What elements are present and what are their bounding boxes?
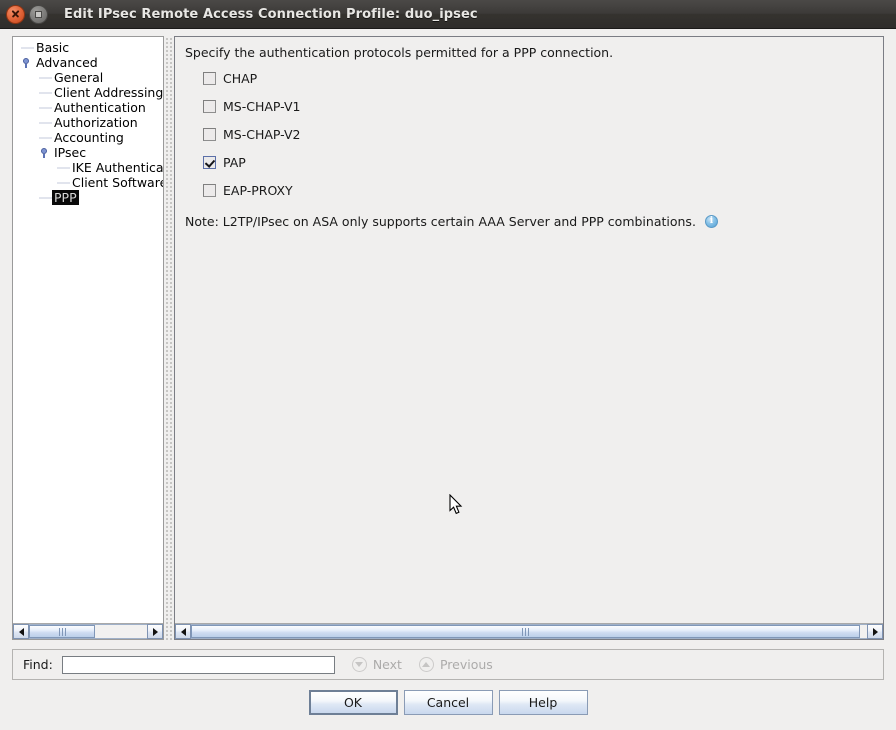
dialog-body: BasicAdvancedGeneralClient AddressingAut… bbox=[0, 29, 896, 730]
tree-indent bbox=[13, 145, 39, 160]
tree-indent bbox=[13, 190, 39, 205]
tree-connector-line bbox=[39, 85, 52, 100]
tree-item-ppp[interactable]: PPP bbox=[13, 190, 163, 205]
checkbox-label: MS-CHAP-V2 bbox=[223, 127, 300, 142]
ppp-settings-panel: Specify the authentication protocols per… bbox=[174, 36, 884, 640]
note-text: Note: L2TP/IPsec on ASA only supports ce… bbox=[185, 214, 696, 229]
protocol-checkbox-list: CHAP MS-CHAP-V1 MS-CHAP-V2 PAP EAP-PROXY bbox=[203, 64, 300, 204]
tree-indent bbox=[13, 175, 57, 190]
navigation-tree[interactable]: BasicAdvancedGeneralClient AddressingAut… bbox=[13, 37, 163, 205]
info-icon[interactable] bbox=[705, 215, 718, 228]
tree-item-ike-authentication[interactable]: IKE Authentication bbox=[13, 160, 163, 175]
window-title: Edit IPsec Remote Access Connection Prof… bbox=[64, 7, 478, 22]
find-bar: Find: Next Previous bbox=[12, 649, 884, 680]
note-row: Note: L2TP/IPsec on ASA only supports ce… bbox=[185, 214, 718, 229]
window-titlebar: Edit IPsec Remote Access Connection Prof… bbox=[0, 0, 896, 29]
tree-item-client-addressing[interactable]: Client Addressing bbox=[13, 85, 163, 100]
find-previous-button[interactable]: Previous bbox=[419, 657, 493, 672]
help-button[interactable]: Help bbox=[499, 690, 588, 715]
chevron-down-icon bbox=[352, 657, 367, 672]
chevron-up-icon bbox=[419, 657, 434, 672]
tree-indent bbox=[13, 130, 39, 145]
tree-indent bbox=[13, 100, 39, 115]
tree-indent bbox=[13, 55, 21, 70]
checkbox-label: MS-CHAP-V1 bbox=[223, 99, 300, 114]
tree-item-advanced[interactable]: Advanced bbox=[13, 55, 163, 70]
split-area: BasicAdvancedGeneralClient AddressingAut… bbox=[12, 36, 884, 640]
tree-indent bbox=[13, 70, 39, 85]
tree-indent bbox=[13, 85, 39, 100]
tree-item-label: Accounting bbox=[52, 130, 126, 145]
checkbox-chap[interactable] bbox=[203, 72, 216, 85]
find-next-button[interactable]: Next bbox=[352, 657, 402, 672]
protocol-row-chap[interactable]: CHAP bbox=[203, 64, 300, 92]
maximize-icon[interactable] bbox=[29, 5, 48, 24]
dialog-button-row: OK Cancel Help bbox=[0, 690, 896, 715]
tree-item-ipsec[interactable]: IPsec bbox=[13, 145, 163, 160]
tree-item-label: Authentication bbox=[52, 100, 148, 115]
tree-item-authorization[interactable]: Authorization bbox=[13, 115, 163, 130]
tree-item-label: IPsec bbox=[52, 145, 88, 160]
find-label: Find: bbox=[23, 657, 53, 672]
checkbox-label: CHAP bbox=[223, 71, 257, 86]
tree-connector-line bbox=[39, 190, 52, 205]
checkbox-ms-chap-v2[interactable] bbox=[203, 128, 216, 141]
checkbox-eap-proxy[interactable] bbox=[203, 184, 216, 197]
tree-item-label: Client Addressing bbox=[52, 85, 164, 100]
scroll-track[interactable] bbox=[191, 624, 867, 639]
tree-item-label: Authorization bbox=[52, 115, 140, 130]
navigation-tree-panel: BasicAdvancedGeneralClient AddressingAut… bbox=[12, 36, 164, 640]
tree-item-accounting[interactable]: Accounting bbox=[13, 130, 163, 145]
tree-indent bbox=[13, 115, 39, 130]
instruction-text: Specify the authentication protocols per… bbox=[185, 45, 613, 60]
tree-item-label: Client Software bbox=[70, 175, 164, 190]
protocol-row-pap[interactable]: PAP bbox=[203, 148, 300, 176]
tree-item-label: PPP bbox=[52, 190, 79, 205]
tree-connector-line bbox=[39, 70, 52, 85]
scroll-right-button[interactable] bbox=[867, 624, 883, 639]
tree-indent bbox=[13, 40, 21, 55]
tree-connector-line bbox=[39, 130, 52, 145]
tree-connector-line bbox=[57, 160, 70, 175]
tree-horizontal-scrollbar[interactable] bbox=[13, 623, 163, 639]
panel-splitter[interactable] bbox=[164, 36, 174, 640]
tree-indent bbox=[13, 160, 57, 175]
close-icon[interactable] bbox=[6, 5, 25, 24]
cancel-button[interactable]: Cancel bbox=[404, 690, 493, 715]
tree-connector-line bbox=[21, 40, 34, 55]
scroll-track[interactable] bbox=[29, 624, 147, 639]
tree-item-basic[interactable]: Basic bbox=[13, 40, 163, 55]
scroll-left-button[interactable] bbox=[175, 624, 191, 639]
checkbox-ms-chap-v1[interactable] bbox=[203, 100, 216, 113]
tree-connector-line bbox=[39, 100, 52, 115]
scroll-left-button[interactable] bbox=[13, 624, 29, 639]
search-input[interactable] bbox=[62, 656, 335, 674]
scroll-right-button[interactable] bbox=[147, 624, 163, 639]
find-next-label: Next bbox=[373, 657, 402, 672]
tree-connector-line bbox=[39, 115, 52, 130]
tree-item-authentication[interactable]: Authentication bbox=[13, 100, 163, 115]
protocol-row-eap-proxy[interactable]: EAP-PROXY bbox=[203, 176, 300, 204]
checkbox-label: PAP bbox=[223, 155, 246, 170]
tree-expander-icon[interactable] bbox=[39, 145, 52, 160]
panel-horizontal-scrollbar[interactable] bbox=[175, 623, 883, 639]
tree-item-label: Advanced bbox=[34, 55, 100, 70]
tree-connector-line bbox=[57, 175, 70, 190]
find-previous-label: Previous bbox=[440, 657, 493, 672]
tree-item-client-software[interactable]: Client Software bbox=[13, 175, 163, 190]
tree-item-general[interactable]: General bbox=[13, 70, 163, 85]
checkbox-label: EAP-PROXY bbox=[223, 183, 293, 198]
protocol-row-ms-chap-v1[interactable]: MS-CHAP-V1 bbox=[203, 92, 300, 120]
ok-button[interactable]: OK bbox=[309, 690, 398, 715]
scroll-thumb[interactable] bbox=[191, 625, 860, 638]
tree-expander-icon[interactable] bbox=[21, 55, 34, 70]
scroll-thumb[interactable] bbox=[29, 625, 95, 638]
checkbox-pap[interactable] bbox=[203, 156, 216, 169]
protocol-row-ms-chap-v2[interactable]: MS-CHAP-V2 bbox=[203, 120, 300, 148]
tree-item-label: IKE Authentication bbox=[70, 160, 164, 175]
tree-item-label: General bbox=[52, 70, 105, 85]
tree-item-label: Basic bbox=[34, 40, 71, 55]
